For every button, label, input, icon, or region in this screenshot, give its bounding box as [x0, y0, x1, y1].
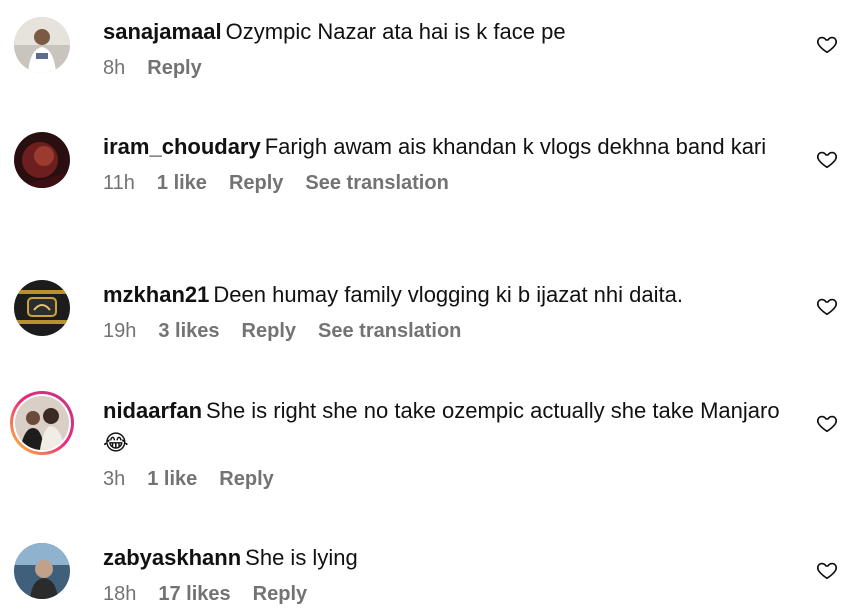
comment-text: zabyaskhann She is lying — [103, 545, 358, 570]
comment-username[interactable]: iram_choudary — [103, 134, 261, 159]
see-translation-link[interactable]: See translation — [318, 320, 461, 343]
heart-outline-icon[interactable] — [816, 559, 838, 581]
comment-username[interactable]: sanajamaal — [103, 19, 222, 44]
heart-outline-icon[interactable] — [816, 33, 838, 55]
heart-outline-icon[interactable] — [816, 148, 838, 170]
reply-button[interactable]: Reply — [253, 583, 307, 606]
comment-username[interactable]: zabyaskhann — [103, 545, 241, 570]
reply-button[interactable]: Reply — [147, 57, 201, 80]
comment-meta: 19h 3 likes Reply See translation — [103, 320, 793, 343]
see-translation-link[interactable]: See translation — [305, 172, 448, 195]
reply-button[interactable]: Reply — [229, 172, 283, 195]
comment-text: sanajamaal Ozympic Nazar ata hai is k fac… — [103, 19, 566, 44]
comment-text: mzkhan21 Deen humay family vlogging ki b … — [103, 282, 683, 307]
comment-time: 19h — [103, 320, 137, 342]
avatar[interactable] — [14, 132, 70, 188]
comment-time: 11h — [103, 172, 135, 194]
comment-username[interactable]: mzkhan21 — [103, 282, 209, 307]
avatar[interactable] — [14, 543, 70, 599]
avatar[interactable] — [14, 280, 70, 336]
comment-time: 8h — [103, 57, 126, 79]
comment-meta: 8h Reply — [103, 57, 793, 80]
avatar-with-story-ring[interactable] — [9, 390, 75, 456]
comment-meta: 3h 1 like Reply — [103, 468, 793, 491]
comment-text: nidaarfan She is right she no take ozempi… — [103, 398, 780, 455]
comment-meta: 18h 17 likes Reply — [103, 583, 793, 606]
avatar[interactable] — [14, 17, 70, 73]
likes-count[interactable]: 3 likes — [158, 320, 219, 343]
laughing-emoji: 😂 — [103, 430, 129, 455]
comment-text: iram_choudary Farigh awam ais khandan k v… — [103, 134, 767, 159]
likes-count[interactable]: 1 like — [147, 468, 197, 491]
heart-outline-icon[interactable] — [816, 412, 838, 434]
comment-time: 3h — [103, 468, 126, 490]
comment-time: 18h — [103, 583, 137, 605]
likes-count[interactable]: 17 likes — [158, 583, 230, 606]
reply-button[interactable]: Reply — [242, 320, 296, 343]
comment-username[interactable]: nidaarfan — [103, 398, 202, 423]
comment-meta: 11h 1 like Reply See translation — [103, 172, 793, 195]
reply-button[interactable]: Reply — [219, 468, 273, 491]
heart-outline-icon[interactable] — [816, 295, 838, 317]
likes-count[interactable]: 1 like — [157, 172, 207, 195]
